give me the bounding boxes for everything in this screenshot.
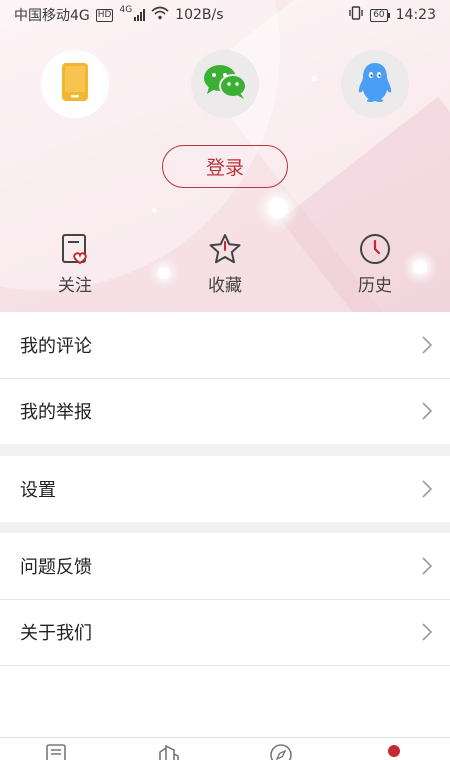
menu-group-settings: 设置 <box>0 456 450 522</box>
header-decoration <box>268 198 288 218</box>
header-decoration <box>158 267 170 279</box>
compass-icon <box>270 744 293 760</box>
vibrate-icon <box>348 6 364 24</box>
chevron-right-icon <box>422 402 433 425</box>
signal-icon <box>134 9 146 21</box>
section-divider <box>0 444 450 456</box>
menu-item-feedback[interactable]: 问题反馈 <box>0 533 450 599</box>
hd-badge: HD <box>95 8 114 22</box>
chevron-right-icon <box>422 623 433 646</box>
qq-icon <box>357 62 393 106</box>
net-type: 4G <box>119 5 133 15</box>
menu-item-about[interactable]: 关于我们 <box>0 599 450 665</box>
history-link[interactable]: 历史 <box>320 232 430 296</box>
menu-item-label: 我的举报 <box>20 402 92 423</box>
carrier-label: 中国移动4G <box>14 8 90 24</box>
profile-icon <box>384 744 404 760</box>
login-button[interactable]: 登录 <box>162 145 288 188</box>
status-right: 60 14:23 <box>348 6 436 24</box>
follow-link[interactable]: 关注 <box>20 232 130 296</box>
history-label: 历史 <box>358 276 392 296</box>
menu-group-account: 我的评论 我的举报 <box>0 312 450 444</box>
tab-discover[interactable] <box>269 738 293 760</box>
tab-profile[interactable] <box>382 738 406 760</box>
menu-item-comments[interactable]: 我的评论 <box>0 312 450 378</box>
menu-group-support: 问题反馈 关于我们 <box>0 533 450 666</box>
phone-login-button[interactable] <box>41 50 109 118</box>
battery-icon: 60 <box>370 8 390 22</box>
chevron-right-icon <box>422 480 433 503</box>
header-decoration <box>152 208 157 213</box>
net-speed: 102B/s <box>175 7 224 23</box>
follow-icon <box>58 232 92 265</box>
menu-item-label: 问题反馈 <box>20 557 92 578</box>
follow-label: 关注 <box>58 276 92 296</box>
chevron-right-icon <box>422 336 433 359</box>
menu-divider <box>0 665 450 666</box>
building-icon <box>158 744 180 760</box>
qq-login-button[interactable] <box>341 50 409 118</box>
header-decoration <box>312 76 317 81</box>
news-icon <box>46 744 67 760</box>
clock-icon <box>358 232 392 265</box>
wechat-icon <box>203 64 247 104</box>
favorites-label: 收藏 <box>208 276 242 296</box>
bottom-tab-bar <box>0 737 450 760</box>
status-left: 中国移动4G HD 4G 102B/s <box>14 5 224 25</box>
wifi-icon <box>151 6 169 24</box>
battery-level: 60 <box>370 8 388 22</box>
chevron-right-icon <box>422 557 433 580</box>
favorites-link[interactable]: 收藏 <box>170 232 280 296</box>
section-divider <box>0 522 450 533</box>
menu-item-label: 设置 <box>20 480 56 501</box>
phone-icon <box>62 63 88 105</box>
clock-time: 14:23 <box>395 7 436 23</box>
menu-item-label: 关于我们 <box>20 623 92 644</box>
wechat-login-button[interactable] <box>191 50 259 118</box>
tab-news[interactable] <box>44 738 68 760</box>
status-bar: 中国移动4G HD 4G 102B/s 60 14:23 <box>0 0 450 30</box>
tab-city[interactable] <box>157 738 181 760</box>
menu-item-label: 我的评论 <box>20 336 92 357</box>
menu-item-settings[interactable]: 设置 <box>0 456 450 522</box>
menu-item-reports[interactable]: 我的举报 <box>0 378 450 444</box>
star-icon <box>208 232 242 265</box>
